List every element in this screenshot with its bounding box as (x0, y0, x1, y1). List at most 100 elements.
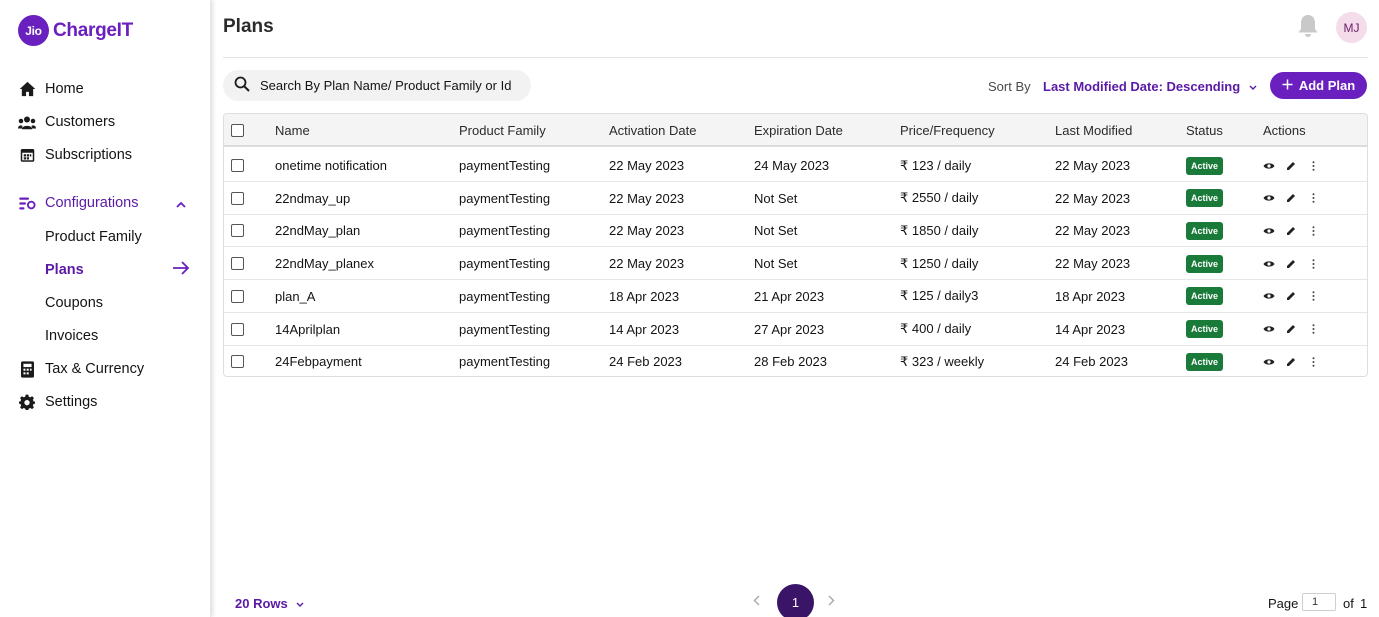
edit-icon[interactable] (1284, 224, 1298, 238)
view-icon[interactable] (1262, 355, 1276, 369)
cell-name: onetime notification (275, 158, 388, 173)
cell-name: 24Febpayment (275, 354, 362, 370)
rows-per-page-dropdown[interactable]: 20 Rows (235, 596, 304, 611)
cell-product-family: paymentTesting (459, 321, 551, 337)
page-button-current[interactable]: 1 (777, 584, 814, 617)
table-row[interactable]: 24Febpayment paymentTesting 24 Feb 2023 28 … (224, 345, 1367, 376)
table-row[interactable]: 22ndMay_plan paymentTesting 22 May 2023 Not… (224, 214, 1367, 248)
sidebar-item-customers[interactable]: Customers (18, 113, 115, 131)
sidebar-item-subscriptions[interactable]: Subscriptions (18, 146, 132, 164)
table-row[interactable]: onetime notification paymentTesting 22 May… (224, 149, 1367, 182)
chevron-down-icon (296, 599, 304, 609)
search-input[interactable] (260, 78, 520, 93)
view-icon[interactable] (1262, 257, 1276, 271)
row-checkbox[interactable] (231, 289, 244, 303)
column-header-price-frequency[interactable]: Price/Frequency (900, 114, 995, 147)
sidebar-item-home[interactable]: Home (18, 80, 84, 98)
previous-page-icon[interactable] (753, 594, 760, 609)
sidebar-item-label: Customers (45, 114, 116, 130)
search-bar[interactable] (223, 70, 531, 101)
edit-icon[interactable] (1284, 257, 1298, 271)
column-header-name[interactable]: Name (275, 114, 310, 147)
sidebar-item-configurations[interactable]: Configurations (18, 194, 139, 212)
edit-icon[interactable] (1284, 355, 1298, 369)
more-options-icon[interactable] (1306, 322, 1320, 336)
cell-activation-date: 14 Apr 2023 (609, 321, 680, 337)
view-icon[interactable] (1262, 224, 1276, 238)
edit-icon[interactable] (1284, 322, 1298, 336)
edit-icon[interactable] (1284, 289, 1298, 303)
cell-price-frequency: ₹ 1850 / daily (900, 222, 979, 238)
brand-logo[interactable]: Jio ChargeIT (18, 15, 133, 46)
cell-product-family: paymentTesting (459, 354, 551, 370)
more-options-icon[interactable] (1306, 257, 1320, 271)
sidebar-subitem-product-family[interactable]: Product Family (45, 229, 142, 245)
row-checkbox[interactable] (231, 224, 244, 238)
cell-last-modified: 22 May 2023 (1055, 223, 1131, 239)
next-page-icon[interactable] (828, 594, 835, 609)
table-row[interactable]: 22ndMay_planex paymentTesting 22 May 2023 N… (224, 247, 1367, 281)
cell-name: 14Aprilplan (275, 321, 341, 337)
row-checkbox[interactable] (231, 257, 244, 271)
search-icon (234, 76, 250, 95)
column-header-last-modified[interactable]: Last Modified (1055, 114, 1132, 147)
more-options-icon[interactable] (1306, 355, 1320, 369)
column-header-product-family[interactable]: Product Family (459, 114, 546, 147)
sidebar-item-settings[interactable]: Settings (18, 393, 97, 411)
cell-product-family: paymentTesting (459, 288, 551, 304)
add-plan-button[interactable]: Add Plan (1270, 72, 1367, 99)
table-row[interactable]: 22ndmay_up paymentTesting 22 May 2023 Not S… (224, 182, 1367, 215)
cell-product-family: paymentTesting (459, 223, 551, 239)
column-header-activation-date[interactable]: Activation Date (609, 114, 696, 147)
avatar[interactable]: MJ (1336, 12, 1367, 43)
view-icon[interactable] (1262, 322, 1276, 336)
page-number-input[interactable] (1302, 593, 1336, 611)
cell-expiration-date: Not Set (754, 256, 798, 272)
sidebar-subitem-coupons[interactable]: Coupons (45, 295, 103, 311)
cell-name: plan_A (275, 288, 316, 304)
more-options-icon[interactable] (1306, 159, 1320, 173)
calendar-icon (18, 146, 36, 164)
bell-icon[interactable] (1297, 14, 1319, 38)
sort-dropdown[interactable]: Last Modified Date: Descending (1043, 79, 1257, 94)
sidebar-subitem-plans[interactable]: Plans (45, 262, 84, 278)
of-label: of (1343, 596, 1354, 611)
cell-last-modified: 24 Feb 2023 (1055, 354, 1129, 370)
view-icon[interactable] (1262, 191, 1276, 205)
more-options-icon[interactable] (1306, 289, 1320, 303)
page-title: Plans (223, 16, 274, 37)
row-checkbox[interactable] (231, 191, 244, 205)
table-row[interactable]: 14Aprilplan paymentTesting 14 Apr 2023 27 A… (224, 313, 1367, 346)
table-row[interactable]: plan_A paymentTesting 18 Apr 2023 21 Apr 20… (224, 280, 1367, 313)
cell-activation-date: 22 May 2023 (609, 190, 685, 206)
cell-activation-date: 18 Apr 2023 (609, 288, 680, 304)
sidebar-item-label: Home (45, 81, 84, 97)
column-header-expiration-date[interactable]: Expiration Date (754, 114, 843, 147)
cell-last-modified: 22 May 2023 (1055, 158, 1131, 173)
status-badge: Active (1186, 352, 1224, 371)
cell-price-frequency: ₹ 2550 / daily (900, 190, 979, 206)
select-all-checkbox[interactable] (231, 124, 244, 137)
row-checkbox[interactable] (231, 159, 244, 172)
edit-icon[interactable] (1284, 159, 1298, 173)
cell-activation-date: 22 May 2023 (609, 256, 685, 272)
sidebar-item-label: Settings (45, 394, 98, 410)
add-plan-label: Add Plan (1298, 78, 1356, 93)
sort-by-label: Sort By (988, 79, 1031, 94)
view-icon[interactable] (1262, 159, 1276, 173)
table-header: Name Product Family Activation Date Expi… (224, 114, 1367, 147)
cell-name: 22ndmay_up (275, 190, 351, 206)
row-checkbox[interactable] (231, 322, 244, 336)
row-checkbox[interactable] (231, 355, 244, 369)
sidebar-item-tax-currency[interactable]: Tax & Currency (18, 360, 144, 378)
chevron-up-icon[interactable] (176, 197, 186, 211)
tax-icon (18, 360, 36, 378)
more-options-icon[interactable] (1306, 191, 1320, 205)
sort-value: Last Modified Date: Descending (1043, 79, 1241, 94)
more-options-icon[interactable] (1306, 224, 1320, 238)
column-header-status[interactable]: Status (1186, 114, 1223, 147)
sidebar-subitem-invoices[interactable]: Invoices (45, 328, 98, 344)
view-icon[interactable] (1262, 289, 1276, 303)
cell-name: 22ndMay_plan (275, 223, 361, 239)
edit-icon[interactable] (1284, 191, 1298, 205)
